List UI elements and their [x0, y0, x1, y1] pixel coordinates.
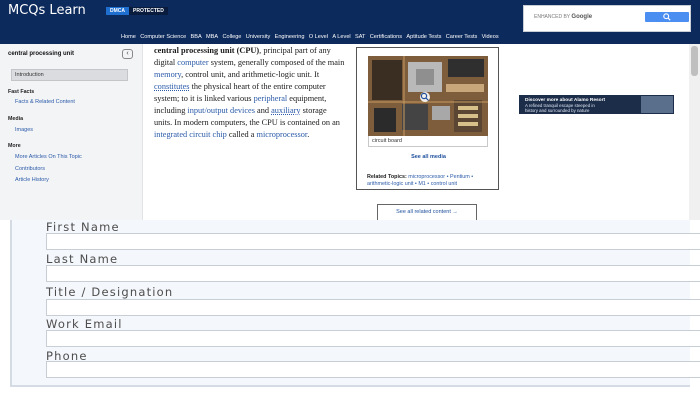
- sidebar-heading-media: Media: [8, 116, 24, 122]
- sidebar-collapse-button[interactable]: ‹: [122, 49, 133, 59]
- nav-home[interactable]: Home: [121, 34, 136, 44]
- phone-field[interactable]: [46, 361, 700, 378]
- link-integrated-circuit-chip[interactable]: integrated circuit chip: [154, 130, 227, 139]
- title-designation-label: Title / Designation: [46, 285, 174, 299]
- last-name-field[interactable]: [46, 265, 700, 282]
- link-constitutes[interactable]: constitutes: [154, 82, 190, 91]
- sidebar-title: central processing unit: [8, 51, 75, 57]
- sidebar-item-introduction[interactable]: Introduction: [11, 69, 128, 81]
- lead-form: First Name Last Name Title / Designation…: [10, 220, 700, 387]
- search-placeholder: ENHANCED BY Google: [534, 14, 593, 20]
- link-memory[interactable]: memory: [154, 70, 181, 79]
- image-caption: circuit board: [368, 136, 488, 147]
- nav-certifications[interactable]: Certifications: [370, 34, 402, 44]
- ad-image: [641, 96, 673, 113]
- search-button[interactable]: [645, 12, 689, 22]
- ad-text: Discover more about Alamo Resort A refin…: [525, 98, 606, 113]
- article-text: system, generally composed of the main: [208, 58, 345, 67]
- zoom-icon[interactable]: [420, 92, 430, 102]
- see-all-related-button[interactable]: See all related content →: [377, 204, 477, 221]
- nav-o-level[interactable]: O Level: [309, 34, 328, 44]
- sidebar-item-facts[interactable]: Facts & Related Content: [15, 99, 75, 105]
- nav-college[interactable]: College: [222, 34, 241, 44]
- search-input[interactable]: ENHANCED BY Google: [523, 5, 691, 32]
- article-text: , control unit, and arithmetic-logic uni…: [181, 70, 320, 79]
- protected-label: PROTECTED: [129, 7, 168, 15]
- article-lead-term: central processing unit (CPU): [154, 46, 260, 55]
- nav-mba[interactable]: MBA: [206, 34, 218, 44]
- sidebar-item-contributors[interactable]: Contributors: [15, 166, 45, 172]
- article-text: and: [254, 106, 272, 115]
- sidebar-heading-more: More: [8, 143, 21, 149]
- main-nav: Home Computer Science BBA MBA College Un…: [121, 34, 503, 44]
- link-microprocessor[interactable]: microprocessor: [257, 130, 308, 139]
- title-designation-field[interactable]: [46, 299, 700, 316]
- nav-aptitude-tests[interactable]: Aptitude Tests: [406, 34, 441, 44]
- link-auxiliary[interactable]: auxiliary: [271, 106, 301, 115]
- dmca-label: DMCA: [106, 7, 129, 15]
- nav-engineering[interactable]: Engineering: [275, 34, 305, 44]
- advertisement-banner[interactable]: Discover more about Alamo Resort A refin…: [519, 95, 674, 114]
- article-sidebar: central processing unit ‹ Introduction F…: [0, 44, 143, 220]
- search-icon: [663, 13, 671, 21]
- nav-a-level[interactable]: A Level: [332, 34, 350, 44]
- first-name-field[interactable]: [46, 233, 700, 250]
- related-topics: Related Topics: microprocessor • Pentium…: [367, 174, 474, 187]
- site-logo[interactable]: MCQs Learn: [8, 3, 86, 18]
- nav-computer-science[interactable]: Computer Science: [140, 34, 186, 44]
- work-email-label: Work Email: [46, 317, 123, 331]
- media-card: circuit board See all media Related Topi…: [356, 47, 499, 190]
- see-all-media-link[interactable]: See all media: [357, 154, 500, 160]
- nav-university[interactable]: University: [246, 34, 271, 44]
- article-text: called a: [226, 130, 257, 139]
- circuit-board-image[interactable]: [368, 56, 488, 136]
- nav-sat[interactable]: SAT: [355, 34, 365, 44]
- last-name-label: Last Name: [46, 252, 119, 266]
- dmca-badge[interactable]: DMCA PROTECTED: [106, 7, 168, 15]
- link-input-output-devices[interactable]: input/output devices: [187, 106, 255, 115]
- sidebar-item-more-articles[interactable]: More Articles On This Topic: [15, 154, 82, 160]
- article-body: central processing unit (CPU), principal…: [154, 45, 346, 141]
- link-computer[interactable]: computer: [177, 58, 208, 67]
- nav-career-tests[interactable]: Career Tests: [446, 34, 478, 44]
- site-header: MCQs Learn DMCA PROTECTED ENHANCED BY Go…: [0, 0, 700, 44]
- work-email-field[interactable]: [46, 330, 700, 347]
- sidebar-item-images[interactable]: Images: [15, 127, 33, 133]
- nav-videos[interactable]: Videos: [482, 34, 499, 44]
- scrollbar-thumb[interactable]: [691, 46, 698, 76]
- first-name-label: First Name: [46, 220, 120, 234]
- sidebar-item-article-history[interactable]: Article History: [15, 177, 49, 183]
- link-peripheral[interactable]: peripheral: [254, 94, 288, 103]
- article-text: .: [307, 130, 310, 139]
- sidebar-heading-fast-facts: Fast Facts: [8, 89, 35, 95]
- nav-bba[interactable]: BBA: [191, 34, 202, 44]
